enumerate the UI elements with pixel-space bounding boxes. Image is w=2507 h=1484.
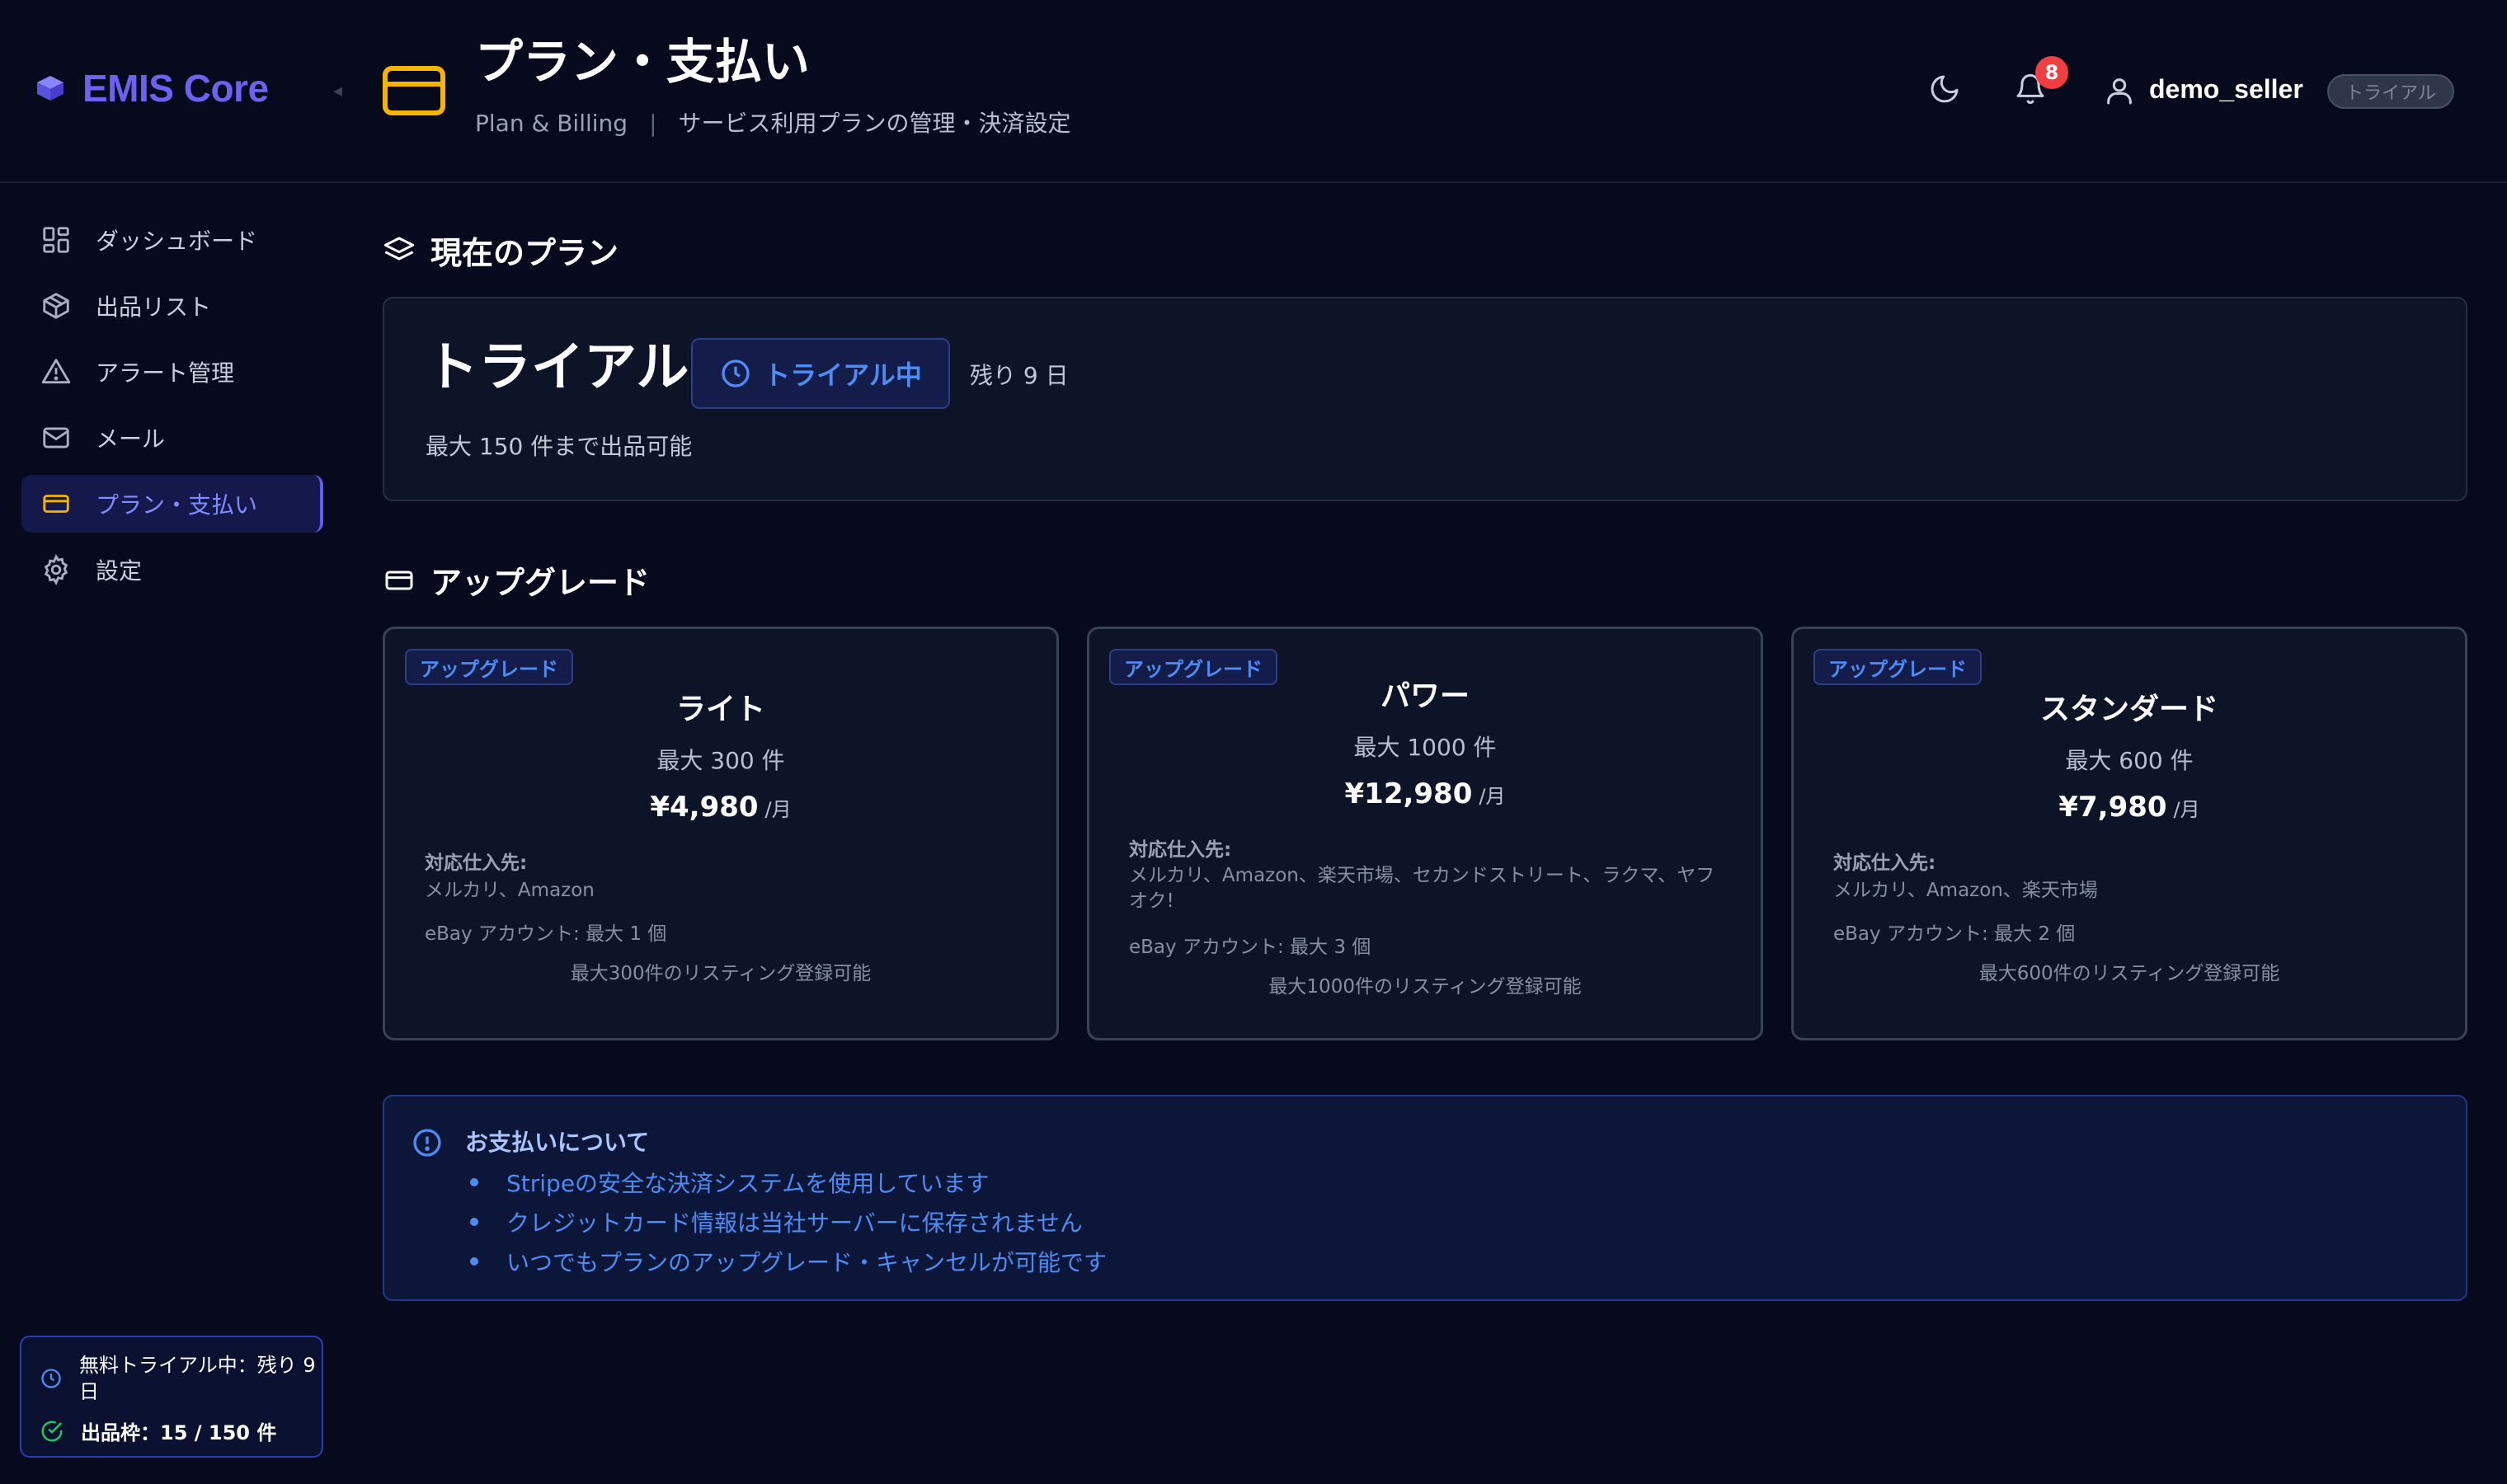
- list-item: Stripeの安全な決済システムを使用しています: [465, 1162, 1107, 1202]
- plan-card-power[interactable]: アップグレード パワー 最大 1000 件 ¥12,980/月 対応仕入先: メ…: [1087, 627, 1763, 1040]
- listing-capacity: 最大300件のリスティング登録可能: [570, 963, 872, 984]
- plan-name: スタンダード: [2039, 693, 2218, 726]
- check-circle-icon: [40, 1419, 64, 1444]
- sidebar-item-label: 設定: [96, 557, 143, 585]
- upgrade-badge: アップグレード: [1813, 649, 1982, 685]
- subtitle-separator: |: [649, 110, 657, 137]
- section-title: 現在のプラン: [430, 235, 619, 271]
- payment-info-title: お支払いについて: [465, 1129, 650, 1156]
- section-title: アップグレード: [430, 565, 651, 601]
- theme-toggle-moon-icon[interactable]: [1928, 73, 1961, 106]
- sidebar-item-label: プラン・支払い: [96, 491, 258, 519]
- brand-name: EMIS Core: [82, 67, 269, 110]
- sidebar-collapse-icon[interactable]: ◂: [333, 81, 342, 101]
- plan-price: ¥7,980/月: [1794, 791, 2465, 824]
- ebay-accounts: eBay アカウント: 最大 1 個: [425, 923, 667, 945]
- listing-capacity: 最大600件のリスティング登録可能: [1978, 963, 2280, 984]
- alert-triangle-icon: [40, 355, 73, 388]
- sidebar-item-label: 出品リスト: [96, 294, 212, 321]
- sidebar-item-listings[interactable]: 出品リスト: [21, 277, 323, 335]
- list-item: いつでもプランのアップグレード・キャンセルが可能です: [465, 1242, 1107, 1281]
- settings-gear-icon: [40, 553, 73, 586]
- sidebar-item-alerts[interactable]: アラート管理: [21, 343, 323, 401]
- username[interactable]: demo_seller: [2149, 74, 2303, 105]
- page-subtitle-jp: サービス利用プランの管理・決済設定: [678, 110, 1071, 137]
- notification-count-badge: 8: [2035, 56, 2068, 89]
- sources-label: 対応仕入先:: [1833, 852, 1936, 874]
- current-plan-card: トライアル トライアル中 残り 9 日 最大 150 件まで出品可能: [383, 297, 2467, 501]
- sidebar-item-settings[interactable]: 設定: [21, 541, 323, 599]
- plan-max-listings: 最大 300 件: [656, 747, 785, 774]
- plan-card-light[interactable]: アップグレード ライト 最大 300 件 ¥4,980/月 対応仕入先: メルカ…: [383, 627, 1059, 1040]
- sources-label: 対応仕入先:: [425, 852, 528, 874]
- payment-info-box: お支払いについて Stripeの安全な決済システムを使用しています クレジットカ…: [383, 1095, 2467, 1301]
- trial-status-box: 無料トライアル中：残り 9日 出品枠：15 / 150 件: [20, 1336, 323, 1458]
- list-item: クレジットカード情報は当社サーバーに保存されません: [465, 1202, 1107, 1242]
- ebay-accounts: eBay アカウント: 最大 3 個: [1129, 937, 1371, 958]
- user-icon[interactable]: [2103, 74, 2136, 107]
- list-item-text: クレジットカード情報は当社サーバーに保存されません: [506, 1209, 1083, 1237]
- current-plan-name: トライアル: [426, 337, 689, 398]
- brand-logo[interactable]: EMIS Core ◂: [35, 66, 342, 110]
- listing-capacity: 最大1000件のリスティング登録可能: [1268, 976, 1582, 998]
- trial-status-pill: トライアル中: [691, 338, 950, 409]
- sources-list: メルカリ、Amazon: [425, 880, 595, 901]
- upgrade-heading: アップグレード: [383, 557, 650, 603]
- plan-limit-text: 最大 150 件まで出品可能: [426, 433, 693, 460]
- days-remaining: 残り 9 日: [970, 362, 1069, 389]
- sidebar-item-plan-billing[interactable]: プラン・支払い: [21, 475, 323, 533]
- page-title: プラン・支払い: [475, 34, 811, 90]
- credit-card-icon: [40, 487, 73, 520]
- trial-remaining-text: 無料トライアル中：残り 9日: [79, 1354, 316, 1403]
- mail-envelope-icon: [40, 421, 73, 454]
- list-item-text: いつでもプランのアップグレード・キャンセルが可能です: [506, 1249, 1108, 1276]
- page-subtitle: Plan & Billing | サービス利用プランの管理・決済設定: [475, 106, 1071, 139]
- layers-icon: [383, 234, 416, 267]
- price-amount: ¥12,980: [1344, 777, 1473, 810]
- info-circle-icon: [411, 1126, 444, 1159]
- sources-list: メルカリ、Amazon、楽天市場、セカンドストリート、ラクマ、ヤフオク!: [1129, 865, 1715, 912]
- sidebar-item-label: アラート管理: [96, 359, 235, 387]
- sources-label: 対応仕入先:: [1129, 839, 1232, 861]
- plan-max-listings: 最大 1000 件: [1353, 734, 1497, 761]
- top-bar: EMIS Core ◂ プラン・支払い Plan & Billing | サービス利…: [0, 0, 2507, 183]
- sources-list: メルカリ、Amazon、楽天市場: [1833, 880, 2098, 901]
- credit-card-icon: [383, 564, 416, 597]
- plan-name: パワー: [1380, 679, 1470, 713]
- clock-icon: [40, 1352, 63, 1405]
- package-box-icon: [40, 289, 73, 322]
- sidebar-item-mail[interactable]: メール: [21, 409, 323, 467]
- dashboard-grid-icon: [40, 223, 73, 256]
- bullet-dot: [470, 1257, 478, 1266]
- user-plan-badge: トライアル: [2327, 74, 2454, 109]
- sidebar: ダッシュボード 出品リスト アラート管理 メール プラン・支払い 設定: [0, 185, 340, 1484]
- upgrade-badge: アップグレード: [405, 649, 573, 685]
- bullet-dot: [470, 1218, 478, 1226]
- current-plan-heading: 現在のプラン: [383, 228, 619, 273]
- sidebar-item-label: メール: [96, 425, 166, 453]
- bullet-dot: [470, 1178, 478, 1186]
- payment-info-list: Stripeの安全な決済システムを使用しています クレジットカード情報は当社サー…: [465, 1162, 1107, 1281]
- price-period: /月: [1479, 785, 1506, 808]
- plan-name: ライト: [675, 693, 765, 726]
- listing-quota-text: 出品枠：15 / 150 件: [81, 1421, 277, 1444]
- page-subtitle-en: Plan & Billing: [475, 110, 628, 137]
- trial-status-label: トライアル中: [764, 359, 922, 391]
- price-period: /月: [764, 798, 792, 821]
- price-amount: ¥4,980: [650, 791, 759, 824]
- list-item-text: Stripeの安全な決済システムを使用しています: [506, 1170, 990, 1197]
- price-amount: ¥7,980: [2058, 791, 2167, 824]
- price-period: /月: [2173, 798, 2200, 821]
- plan-card-standard[interactable]: アップグレード スタンダード 最大 600 件 ¥7,980/月 対応仕入先: …: [1791, 627, 2467, 1040]
- ebay-accounts: eBay アカウント: 最大 2 個: [1833, 923, 2076, 945]
- plan-price: ¥12,980/月: [1089, 777, 1761, 810]
- plan-price: ¥4,980/月: [385, 791, 1056, 824]
- plan-max-listings: 最大 600 件: [2065, 747, 2194, 774]
- sidebar-item-label: ダッシュボード: [96, 228, 258, 255]
- cube-logo-icon: [35, 74, 66, 102]
- credit-card-icon: [383, 66, 445, 115]
- sidebar-item-dashboard[interactable]: ダッシュボード: [21, 211, 323, 269]
- clock-icon: [719, 357, 752, 390]
